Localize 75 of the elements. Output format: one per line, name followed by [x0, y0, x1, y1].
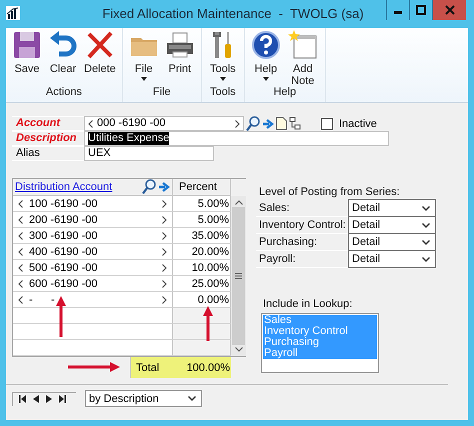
posting-dropdown[interactable]: Detail [348, 233, 436, 251]
field-label: Description [12, 131, 84, 146]
chevron-down-icon[interactable] [188, 396, 196, 401]
arrow-icon[interactable] [262, 118, 274, 130]
posting-dropdown[interactable]: Detail [348, 199, 436, 217]
posting-dropdown[interactable]: Detail [348, 250, 436, 268]
app-icon [6, 6, 20, 20]
field-label: Alias [12, 146, 84, 161]
delete-icon [84, 30, 115, 60]
checkbox-label: Inactive [339, 118, 377, 130]
annotation-arrow [203, 306, 213, 342]
caret-icon [140, 77, 147, 81]
account-number: 100 -6190 -00 [29, 198, 98, 210]
field-label: Account [12, 116, 84, 131]
account-number: 400 -6190 -00 [29, 246, 98, 258]
scrollbar[interactable] [231, 196, 246, 356]
scroll-down-icon[interactable] [234, 347, 242, 352]
chevron-right-icon[interactable] [235, 120, 240, 128]
ribbon-button[interactable]: Tools [206, 28, 240, 81]
total-value: 100.00% [186, 362, 231, 374]
chevron-down-icon[interactable] [422, 222, 430, 228]
tree-icon[interactable] [289, 117, 301, 130]
note-icon [288, 30, 318, 60]
section-title: Include in Lookup: [263, 298, 354, 310]
help-icon [250, 30, 281, 60]
ribbon-button[interactable]: Clear [46, 28, 80, 75]
text-field[interactable]: UEX [84, 146, 214, 161]
ribbon-button[interactable]: Delete [82, 28, 118, 75]
ribbon-button[interactable]: Add Note [284, 28, 321, 87]
ribbon-button[interactable]: File [126, 28, 161, 81]
ribbon-button[interactable]: Save [10, 28, 44, 75]
arrow-icon[interactable] [158, 181, 170, 193]
window-title: Fixed Allocation Maintenance - TWOLG (sa) [101, 6, 365, 21]
save-icon [12, 30, 42, 60]
close-button[interactable] [432, 0, 466, 20]
text-field[interactable]: Utilities Expense [84, 131, 389, 146]
section-title: Level of Posting from Series: [259, 186, 401, 198]
account-number: 500 -6190 -00 [29, 262, 98, 274]
search-icon[interactable] [142, 179, 156, 195]
account-number: 300 -6190 -00 [29, 230, 98, 242]
note-icon[interactable] [276, 117, 287, 130]
last-record-icon[interactable] [59, 395, 66, 403]
search-icon[interactable] [246, 116, 260, 132]
group-label: File [152, 86, 171, 100]
chevron-down-icon[interactable] [422, 240, 430, 244]
table-cell [173, 308, 231, 324]
column-header: Percent [178, 181, 217, 193]
ribbon-button[interactable]: Print [162, 28, 197, 75]
account-field[interactable]: 000 -6190 -00 [84, 116, 244, 131]
annotation-arrow [68, 362, 120, 372]
printer-icon [164, 30, 195, 60]
sort-dropdown[interactable]: by Description [85, 390, 202, 407]
posting-dropdown[interactable]: Detail [348, 216, 436, 234]
chevron-down-icon[interactable] [422, 256, 430, 262]
account-number: 600 -6190 -00 [29, 278, 98, 290]
caret-icon [262, 77, 269, 81]
previous-record-icon[interactable] [33, 395, 39, 403]
total-label: Total [135, 362, 160, 374]
chevron-down-icon[interactable] [422, 206, 430, 210]
account-number: - - [29, 294, 56, 306]
account-number: 200 -6190 -00 [29, 214, 98, 226]
first-record-icon[interactable] [19, 395, 26, 403]
next-record-icon[interactable] [46, 395, 52, 403]
chevron-left-icon[interactable] [88, 120, 93, 128]
group-label: Help [273, 86, 296, 100]
scroll-up-icon[interactable] [234, 200, 242, 205]
group-label: Actions [46, 86, 82, 100]
annotation-arrow [56, 296, 66, 338]
maximize-icon [416, 5, 426, 15]
ribbon-button[interactable]: Help [248, 28, 283, 81]
table-cell [173, 324, 231, 340]
grip-icon[interactable] [235, 273, 242, 279]
close-icon [444, 5, 454, 15]
caret-icon [220, 77, 226, 81]
group-label: Tools [210, 86, 236, 100]
